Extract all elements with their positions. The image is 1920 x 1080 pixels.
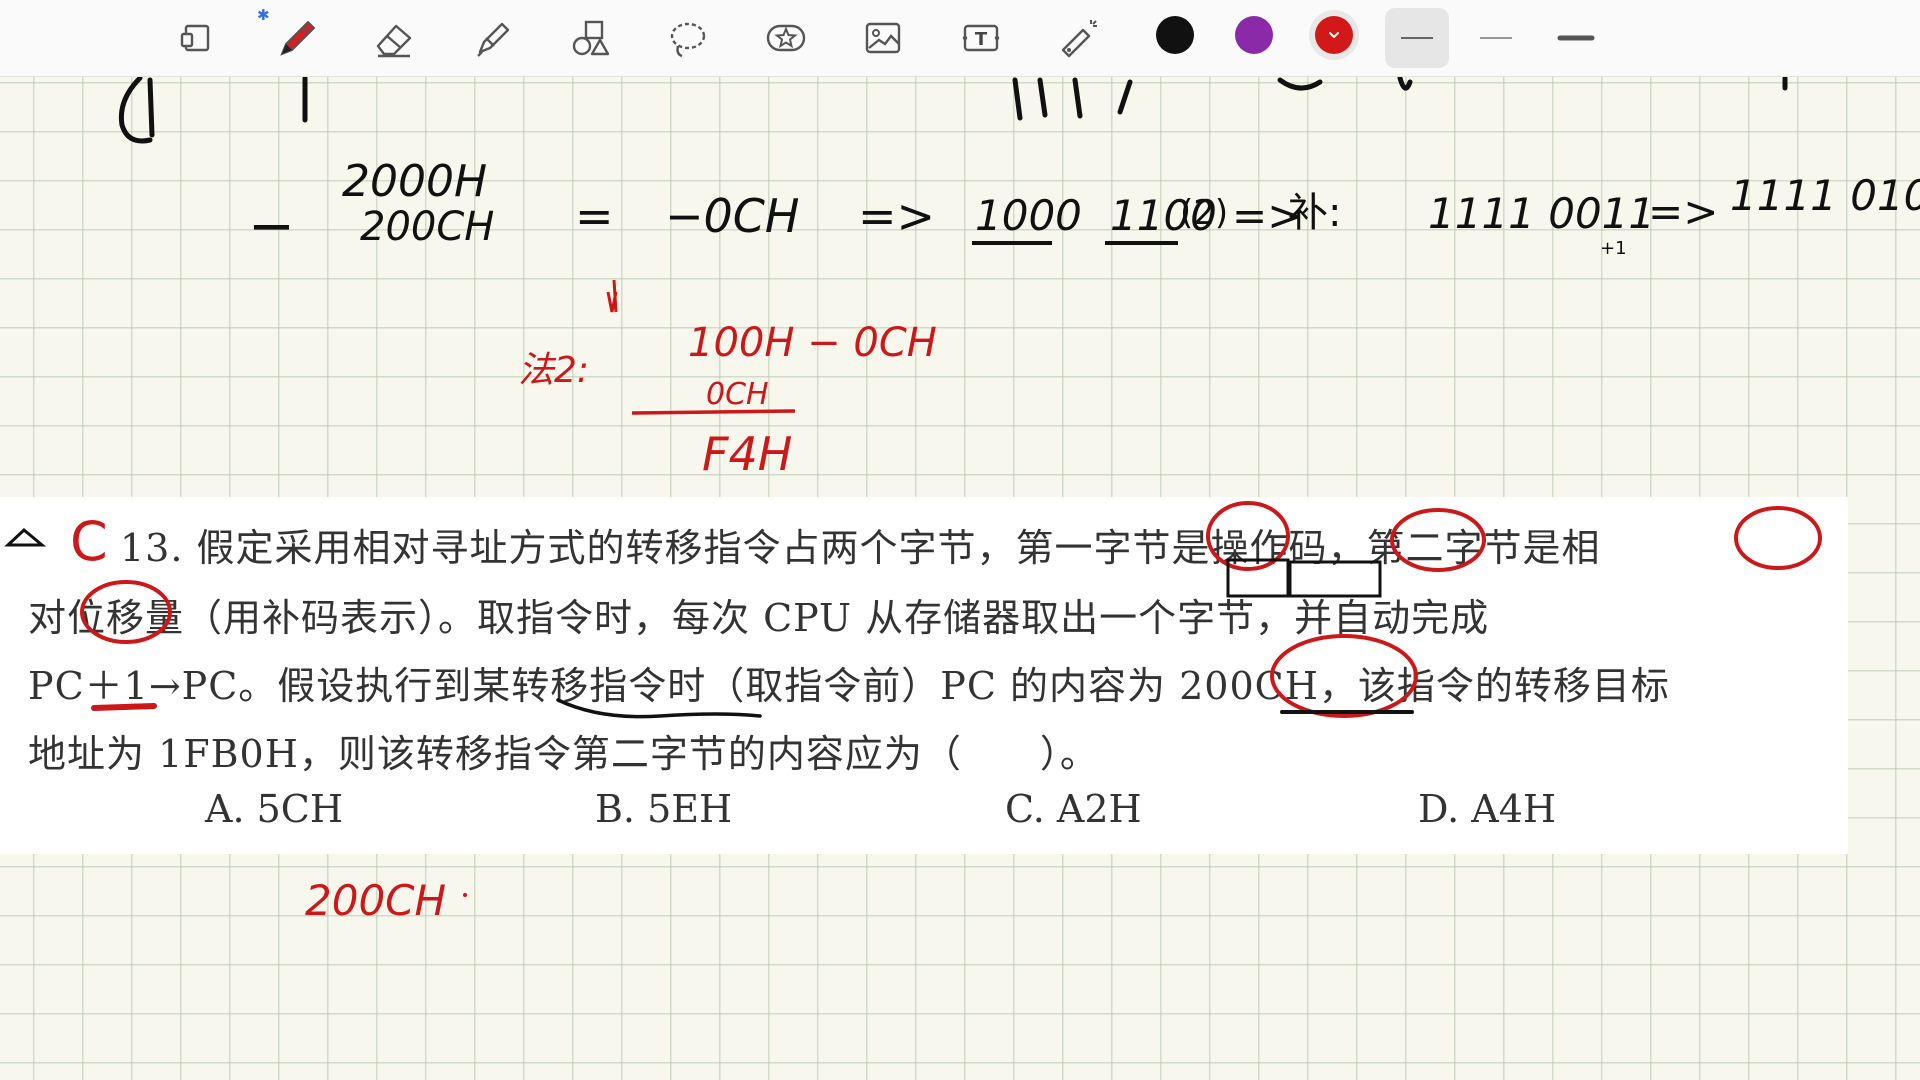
lasso-icon: [670, 22, 706, 58]
chevron-down-icon: [1329, 32, 1339, 39]
hw-final: 1111 0100: [1730, 171, 1920, 220]
color-purple-swatch[interactable]: [1235, 16, 1273, 54]
option-d: D. A4H: [1418, 787, 1556, 831]
stroke-medium-button[interactable]: [1466, 8, 1526, 68]
hw-arrow-1: =>: [858, 189, 935, 243]
question-line-1: 13. 假定采用相对寻址方式的转移指令占两个字节，第一字节是操作码，第二字节是相: [120, 526, 1601, 570]
lasso-tool-button[interactable]: [658, 8, 718, 68]
hw-equals: =: [575, 189, 614, 243]
stroke-thick-button[interactable]: [1546, 8, 1606, 68]
color-red-swatch[interactable]: [1315, 16, 1353, 54]
option-c-value: A2H: [1056, 787, 1142, 831]
question-line-2: 对位移量（用补码表示）。取指令时，每次 CPU 从存储器取出一个字节，并自动完成: [28, 596, 1490, 640]
image-tool-button[interactable]: [853, 8, 913, 68]
image-icon: [865, 22, 901, 54]
option-b-label: B.: [595, 787, 636, 831]
sticker-icon: [766, 24, 806, 52]
pages-icon: [180, 24, 210, 52]
option-c: C. A2H: [1005, 787, 1142, 831]
top-cut-scribbles: [118, 75, 1788, 144]
question-line-4: 地址为 1FB0H，则该转移指令第二字节的内容应为（ ）。: [28, 732, 1099, 776]
hw-top-value: 2000H: [342, 156, 487, 207]
hw-inverted: 1111 0011: [1428, 189, 1655, 238]
eraser-icon: [376, 24, 412, 58]
notebook-canvas[interactable]: ✱ T 13. 假定采用相对寻址方式的转移指令占两个字节，第一字节是操作码，第二…: [0, 0, 1920, 1080]
red-method-2: 法2: 100H − 0CH 0CH F4H: [518, 279, 937, 481]
hw-calc-line: 100H − 0CH: [688, 320, 937, 366]
hw-subtrahend: 0CH: [706, 377, 769, 412]
ink-dot: [463, 893, 467, 897]
option-a-label: A.: [205, 787, 245, 831]
shapes-icon: [572, 20, 610, 56]
shapes-tool-button[interactable]: [560, 8, 620, 68]
eraser-tool-button[interactable]: [364, 8, 424, 68]
option-d-label: D.: [1418, 787, 1460, 831]
hw-minuend: 200CH: [360, 204, 494, 250]
text-tool-glyph: T: [975, 29, 988, 50]
highlighter-icon: [477, 22, 510, 57]
question-line-3: PC＋1→PC。假设执行到某转移指令时（取指令前）PC 的内容为 200CH，该…: [28, 664, 1670, 708]
hw-note: 200CH: [305, 876, 446, 925]
pen-icon: [280, 20, 316, 56]
text-icon: T: [962, 24, 1000, 52]
color-black-swatch[interactable]: [1156, 16, 1194, 54]
hw-difference: F4H: [702, 427, 792, 481]
option-a-value: 5CH: [256, 787, 344, 831]
hw-arrow-2: =>: [1232, 191, 1302, 240]
subtraction-line: [631, 409, 796, 415]
thin-line-icon: [1401, 37, 1433, 39]
hw-complement-label: 补:: [1288, 190, 1341, 236]
hw-method-label: 法2:: [518, 350, 589, 391]
pages-tool-button[interactable]: [166, 8, 226, 68]
sticker-tool-button[interactable]: [756, 8, 816, 68]
black-calculation: 2000H − 200CH = −0CH => 1000 1100 (2) =>…: [248, 156, 1920, 259]
hw-binary-low: 1100: [1110, 191, 1217, 240]
option-d-value: A4H: [1471, 787, 1557, 831]
toolbar: ✱ T: [0, 0, 1920, 77]
option-b-value: 5EH: [647, 787, 733, 831]
red-down-arrow-icon: [606, 279, 618, 313]
question-card: 13. 假定采用相对寻址方式的转移指令占两个字节，第一字节是操作码，第二字节是相…: [0, 497, 1848, 854]
hw-plus-one: +1: [1600, 238, 1627, 259]
option-a: A. 5CH: [205, 787, 343, 831]
laser-pointer-icon: [1061, 20, 1097, 58]
hw-arrow-3: =>: [1648, 187, 1718, 236]
medium-line-icon: [1480, 37, 1512, 39]
hw-binary-high: 1000: [975, 191, 1082, 240]
hw-radix: (2): [1180, 193, 1228, 233]
text-tool-button[interactable]: T: [951, 8, 1011, 68]
pen-tool-button[interactable]: [266, 8, 326, 68]
hw-result: −0CH: [665, 189, 800, 243]
option-b: B. 5EH: [595, 787, 732, 831]
hw-minus: −: [248, 194, 295, 259]
laser-pointer-tool-button[interactable]: [1049, 8, 1109, 68]
stroke-thin-button[interactable]: [1385, 8, 1449, 68]
thick-line-icon: [1557, 35, 1595, 41]
option-c-label: C.: [1005, 787, 1045, 831]
highlighter-tool-button[interactable]: [462, 8, 522, 68]
